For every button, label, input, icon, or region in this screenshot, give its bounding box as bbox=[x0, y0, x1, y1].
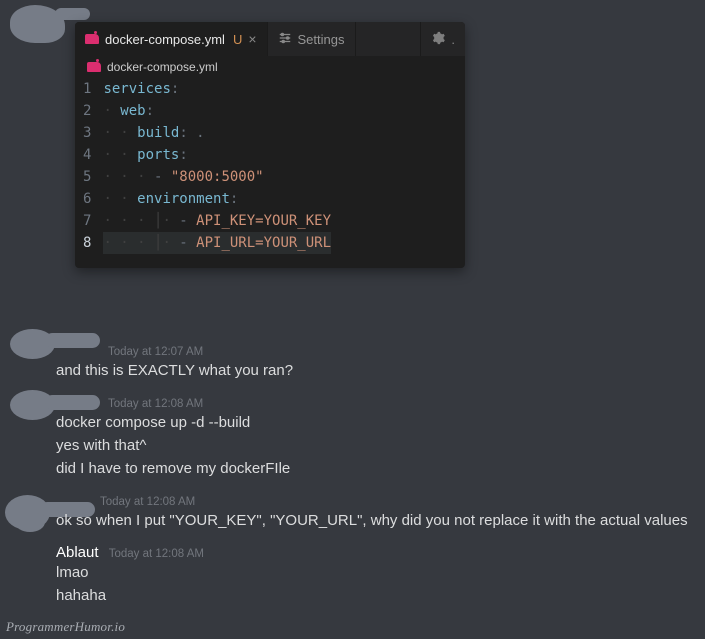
chat-messages: Today at 12:07 AM and this is EXACTLY wh… bbox=[52, 330, 693, 607]
message-group: Today at 12:07 AM and this is EXACTLY wh… bbox=[52, 342, 693, 382]
close-icon[interactable]: × bbox=[248, 31, 256, 47]
code-editor-attachment: docker-compose.yml U × Settings . docker… bbox=[75, 22, 465, 268]
timestamp: Today at 12:07 AM bbox=[108, 346, 203, 358]
docker-whale-icon bbox=[87, 62, 101, 72]
watermark: ProgrammerHumor.io bbox=[6, 619, 125, 635]
breadcrumb: docker-compose.yml bbox=[75, 56, 465, 78]
tab-settings[interactable]: Settings bbox=[268, 22, 356, 56]
line-numbers: 12345678 bbox=[75, 78, 103, 254]
message-text: yes with that^ bbox=[56, 434, 693, 457]
timestamp: Today at 12:08 AM bbox=[100, 496, 195, 508]
message-text: did I have to remove my dockerFIle bbox=[56, 457, 693, 480]
modified-indicator: U bbox=[233, 32, 242, 47]
message-text: lmao bbox=[56, 561, 693, 584]
message-text: docker compose up -d --build bbox=[56, 411, 693, 434]
redaction-scribble bbox=[55, 8, 90, 20]
gear-icon bbox=[431, 31, 445, 48]
code-body: services:· web:· · build: .· · ports:· ·… bbox=[103, 78, 331, 254]
message-group: Today at 12:08 AM docker compose up -d -… bbox=[52, 394, 693, 480]
timestamp: Today at 12:08 AM bbox=[109, 548, 204, 560]
tab-overflow[interactable]: . bbox=[420, 22, 465, 56]
editor-tab-bar: docker-compose.yml U × Settings . bbox=[75, 22, 465, 56]
message-text: hahaha bbox=[56, 584, 693, 607]
author-name[interactable]: Ablaut bbox=[56, 544, 99, 561]
docker-whale-icon bbox=[85, 34, 99, 44]
message-group: Ablaut Today at 12:08 AM lmao hahaha bbox=[52, 544, 693, 607]
code-block: 12345678 services:· web:· · build: .· · … bbox=[75, 78, 465, 268]
tab-settings-label: Settings bbox=[298, 32, 345, 47]
message-text: ok so when I put "YOUR_KEY", "YOUR_URL",… bbox=[56, 509, 693, 532]
redaction-scribble bbox=[15, 512, 45, 532]
tab-docker-compose[interactable]: docker-compose.yml U × bbox=[75, 22, 268, 56]
sliders-icon bbox=[278, 31, 292, 48]
message-group: Today at 12:08 AM ok so when I put "YOUR… bbox=[52, 492, 693, 532]
tab-filename: docker-compose.yml bbox=[105, 32, 225, 47]
message-text: and this is EXACTLY what you ran? bbox=[56, 359, 693, 382]
timestamp: Today at 12:08 AM bbox=[108, 398, 203, 410]
breadcrumb-filename: docker-compose.yml bbox=[107, 60, 218, 74]
